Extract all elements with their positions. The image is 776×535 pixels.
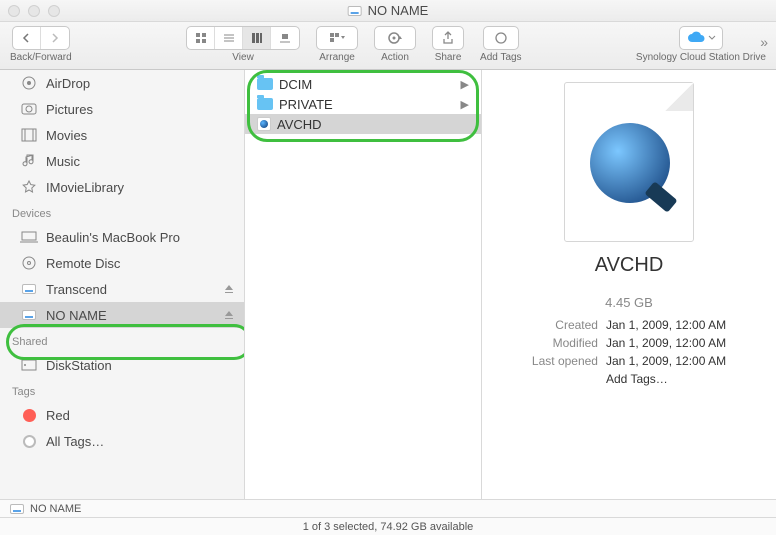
close-window-button[interactable] bbox=[8, 5, 20, 17]
star-icon bbox=[20, 179, 38, 195]
sidebar-item-remote-disc[interactable]: Remote Disc bbox=[0, 250, 244, 276]
file-label: PRIVATE bbox=[279, 97, 333, 112]
drive-icon bbox=[20, 284, 38, 294]
add-tags-label: Add Tags bbox=[480, 52, 522, 63]
forward-button[interactable] bbox=[41, 27, 69, 49]
quicktime-logo-icon bbox=[590, 123, 670, 203]
server-icon bbox=[20, 359, 38, 371]
arrange-label: Arrange bbox=[319, 52, 355, 63]
sidebar-header-devices: Devices bbox=[0, 204, 244, 224]
cloud-icon bbox=[686, 31, 706, 45]
action-label: Action bbox=[381, 52, 409, 63]
add-tags-link[interactable]: Add Tags… bbox=[606, 372, 726, 386]
view-icon-button[interactable] bbox=[187, 27, 215, 49]
sidebar-item-pictures[interactable]: Pictures bbox=[0, 96, 244, 122]
path-bar: NO NAME bbox=[0, 499, 776, 517]
folder-dcim[interactable]: DCIM ▶ bbox=[245, 74, 481, 94]
minimize-window-button[interactable] bbox=[28, 5, 40, 17]
sidebar-item-transcend[interactable]: Transcend bbox=[0, 276, 244, 302]
tag-red-icon bbox=[20, 409, 38, 422]
path-location[interactable]: NO NAME bbox=[30, 503, 81, 515]
sidebar-item-diskstation[interactable]: DiskStation bbox=[0, 352, 244, 378]
toolbar-overflow-button[interactable]: » bbox=[760, 34, 768, 50]
eject-button[interactable] bbox=[224, 310, 234, 320]
drive-icon bbox=[20, 310, 38, 320]
quicktime-file-icon bbox=[257, 117, 271, 131]
lastopened-value: Jan 1, 2009, 12:00 AM bbox=[606, 354, 726, 368]
sidebar-item-label: Red bbox=[46, 408, 70, 423]
back-forward-label: Back/Forward bbox=[10, 52, 72, 63]
tag-all-icon bbox=[20, 435, 38, 448]
sidebar-tag-all[interactable]: All Tags… bbox=[0, 428, 244, 454]
view-list-button[interactable] bbox=[215, 27, 243, 49]
file-avchd[interactable]: AVCHD bbox=[245, 114, 481, 134]
status-bar: 1 of 3 selected, 74.92 GB available bbox=[0, 517, 776, 535]
view-column-button[interactable] bbox=[243, 27, 271, 49]
created-value: Jan 1, 2009, 12:00 AM bbox=[606, 318, 726, 332]
sidebar-item-label: Music bbox=[46, 154, 80, 169]
view-label: View bbox=[232, 52, 254, 63]
action-button[interactable] bbox=[374, 26, 416, 50]
cloud-label: Synology Cloud Station Drive bbox=[636, 52, 766, 63]
sidebar-item-label: DiskStation bbox=[46, 358, 112, 373]
disk-icon bbox=[10, 504, 24, 514]
sidebar-item-label: Movies bbox=[46, 128, 87, 143]
movies-icon bbox=[20, 128, 38, 142]
view-coverflow-button[interactable] bbox=[271, 27, 299, 49]
column-view: DCIM ▶ PRIVATE ▶ AVCHD bbox=[245, 70, 482, 499]
share-label: Share bbox=[435, 52, 462, 63]
eject-button[interactable] bbox=[224, 284, 234, 294]
pictures-icon bbox=[20, 102, 38, 116]
disk-icon bbox=[348, 6, 362, 16]
traffic-lights bbox=[8, 5, 60, 17]
file-label: AVCHD bbox=[277, 117, 322, 132]
sidebar-item-label: Transcend bbox=[46, 282, 107, 297]
sidebar-header-tags: Tags bbox=[0, 382, 244, 402]
cloud-station-button[interactable] bbox=[679, 26, 723, 50]
sidebar-header-shared: Shared bbox=[0, 332, 244, 352]
file-label: DCIM bbox=[279, 77, 312, 92]
sidebar-item-macbook[interactable]: Beaulin's MacBook Pro bbox=[0, 224, 244, 250]
add-tags-button[interactable] bbox=[483, 26, 519, 50]
back-button[interactable] bbox=[13, 27, 41, 49]
sidebar-item-label: Pictures bbox=[46, 102, 93, 117]
created-label: Created bbox=[532, 318, 598, 332]
sidebar-item-imovielibrary[interactable]: IMovieLibrary bbox=[0, 174, 244, 200]
sidebar-item-no-name[interactable]: NO NAME bbox=[0, 302, 244, 328]
modified-label: Modified bbox=[532, 336, 598, 350]
preview-icon bbox=[564, 82, 694, 242]
folder-icon bbox=[257, 78, 273, 90]
sidebar-item-airdrop[interactable]: AirDrop bbox=[0, 70, 244, 96]
toolbar: Back/Forward View Arrange Action Share A… bbox=[0, 22, 776, 70]
sidebar-item-label: Remote Disc bbox=[46, 256, 120, 271]
sidebar-item-label: IMovieLibrary bbox=[46, 180, 124, 195]
sidebar-item-movies[interactable]: Movies bbox=[0, 122, 244, 148]
preview-filesize: 4.45 GB bbox=[605, 295, 653, 310]
sidebar: AirDrop Pictures Movies Music IMovieLibr… bbox=[0, 70, 245, 499]
folder-private[interactable]: PRIVATE ▶ bbox=[245, 94, 481, 114]
preview-pane: AVCHD 4.45 GB Created Jan 1, 2009, 12:00… bbox=[482, 70, 776, 499]
modified-value: Jan 1, 2009, 12:00 AM bbox=[606, 336, 726, 350]
status-text: 1 of 3 selected, 74.92 GB available bbox=[303, 521, 474, 533]
window-title: NO NAME bbox=[368, 3, 429, 18]
sidebar-item-label: All Tags… bbox=[46, 434, 104, 449]
arrange-button[interactable] bbox=[316, 26, 358, 50]
sidebar-item-label: Beaulin's MacBook Pro bbox=[46, 230, 180, 245]
folder-icon bbox=[257, 98, 273, 110]
lastopened-label: Last opened bbox=[532, 354, 598, 368]
share-button[interactable] bbox=[432, 26, 464, 50]
sidebar-item-label: NO NAME bbox=[46, 308, 107, 323]
preview-filename: AVCHD bbox=[595, 254, 664, 277]
zoom-window-button[interactable] bbox=[48, 5, 60, 17]
music-icon bbox=[20, 153, 38, 169]
titlebar: NO NAME bbox=[0, 0, 776, 22]
airdrop-icon bbox=[20, 75, 38, 91]
disc-icon bbox=[20, 255, 38, 271]
sidebar-item-label: AirDrop bbox=[46, 76, 90, 91]
sidebar-item-music[interactable]: Music bbox=[0, 148, 244, 174]
chevron-right-icon: ▶ bbox=[461, 98, 469, 111]
sidebar-tag-red[interactable]: Red bbox=[0, 402, 244, 428]
laptop-icon bbox=[20, 231, 38, 243]
chevron-right-icon: ▶ bbox=[461, 78, 469, 91]
